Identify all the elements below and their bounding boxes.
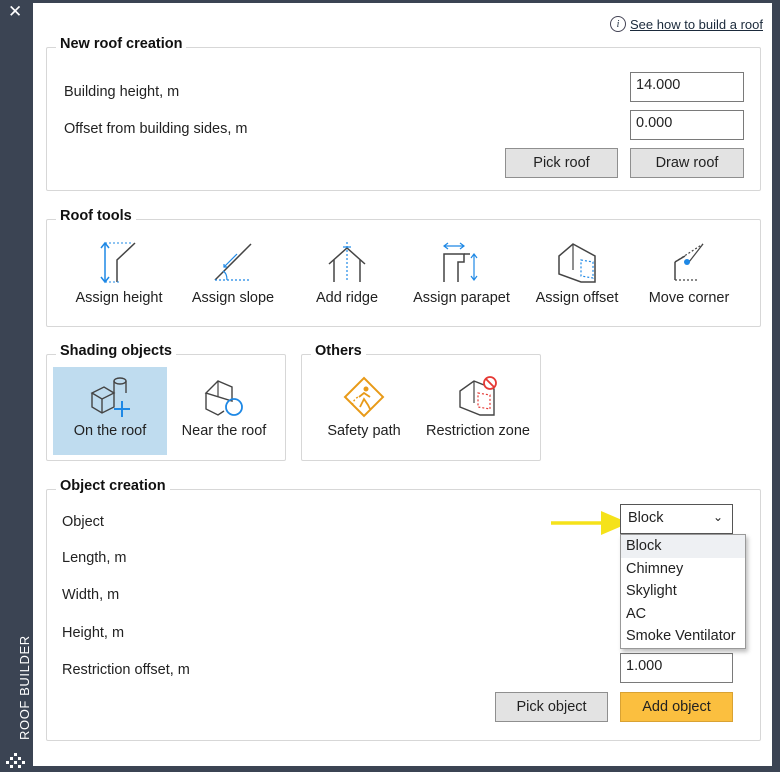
restriction-zone-icon [459,376,497,416]
new-roof-title: New roof creation [56,36,187,52]
help-link[interactable]: i See how to build a roof [610,16,763,32]
tool-label: Move corner [648,290,730,306]
near-roof-icon [204,380,243,416]
window-frame-right [772,0,780,772]
assign-slope-icon [214,243,252,281]
pick-roof-button[interactable]: Pick roof [505,148,618,178]
roof-tools-title: Roof tools [56,208,136,224]
tool-label: Restriction zone [426,423,530,439]
assign-parapet-tool[interactable]: Assign parapet [409,240,514,306]
on-roof-icon [90,377,130,417]
building-height-input[interactable]: 14.000 [630,72,744,102]
roof-builder-panel: i See how to build a roof New roof creat… [33,3,772,766]
assign-offset-tool[interactable]: Assign offset [527,240,627,306]
dropdown-option-ac[interactable]: AC [621,603,745,626]
assign-height-tool[interactable]: Assign height [69,240,169,306]
object-dropdown-list: Block Chimney Skylight AC Smoke Ventilat… [620,534,746,649]
object-select-value: Block [628,510,664,526]
tool-label: Assign height [75,290,163,306]
tool-label: Assign offset [535,290,619,306]
tool-label: On the roof [73,423,147,439]
assign-offset-icon [558,243,596,283]
object-select[interactable]: Block ⌄ [620,504,733,534]
building-height-label: Building height, m [64,84,180,100]
others-title: Others [311,343,366,359]
safety-path-tool[interactable]: Safety path [308,375,420,439]
assign-slope-tool[interactable]: Assign slope [183,240,283,306]
pick-object-button[interactable]: Pick object [495,692,608,722]
panel-vertical-title: ROOF BUILDER [17,635,32,740]
shading-objects-group: Shading objects On the roof Near the roo… [46,343,286,461]
grip-handle-icon[interactable] [5,752,27,768]
object-label: Object [62,514,104,530]
dropdown-option-block[interactable]: Block [621,535,745,558]
tool-label: Assign parapet [413,290,510,306]
tool-label: Near the roof [181,423,267,439]
new-roof-group: New roof creation Building height, m 14.… [46,36,761,191]
offset-input[interactable]: 0.000 [630,110,744,140]
side-panel-bar: ✕ ROOF BUILDER [0,0,32,772]
restriction-offset-label: Restriction offset, m [62,662,190,678]
close-icon[interactable]: ✕ [8,2,22,22]
others-group: Others Safety path Restriction zone [301,343,541,461]
offset-label: Offset from building sides, m [64,121,248,137]
add-ridge-tool[interactable]: Add ridge [297,240,397,306]
add-object-button[interactable]: Add object [620,692,733,722]
shading-objects-title: Shading objects [56,343,176,359]
dropdown-option-smoke-ventilator[interactable]: Smoke Ventilator [621,625,745,648]
add-ridge-icon [328,242,366,282]
restriction-offset-input[interactable]: 1.000 [620,653,733,683]
info-icon: i [610,16,627,32]
move-corner-icon [674,243,704,281]
chevron-down-icon: ⌄ [712,510,723,524]
width-label: Width, m [62,587,120,603]
draw-roof-button[interactable]: Draw roof [630,148,744,178]
assign-parapet-icon [442,242,477,282]
tool-label: Add ridge [315,290,379,306]
tool-label: Safety path [327,423,401,439]
roof-tools-group: Roof tools Assign height Assign slope Ad… [46,208,761,327]
safety-path-icon [343,376,385,418]
dropdown-option-skylight[interactable]: Skylight [621,580,745,603]
length-label: Length, m [62,550,127,566]
assign-height-icon [100,241,136,284]
tool-label: Assign slope [191,290,275,306]
near-the-roof-tool[interactable]: Near the roof [168,367,280,455]
height-label: Height, m [62,625,125,641]
restriction-zone-tool[interactable]: Restriction zone [420,375,536,439]
on-the-roof-tool[interactable]: On the roof [53,367,167,455]
object-creation-title: Object creation [56,478,170,494]
move-corner-tool[interactable]: Move corner [639,240,739,306]
dropdown-option-chimney[interactable]: Chimney [621,558,745,581]
help-link-text[interactable]: See how to build a roof [630,17,763,32]
